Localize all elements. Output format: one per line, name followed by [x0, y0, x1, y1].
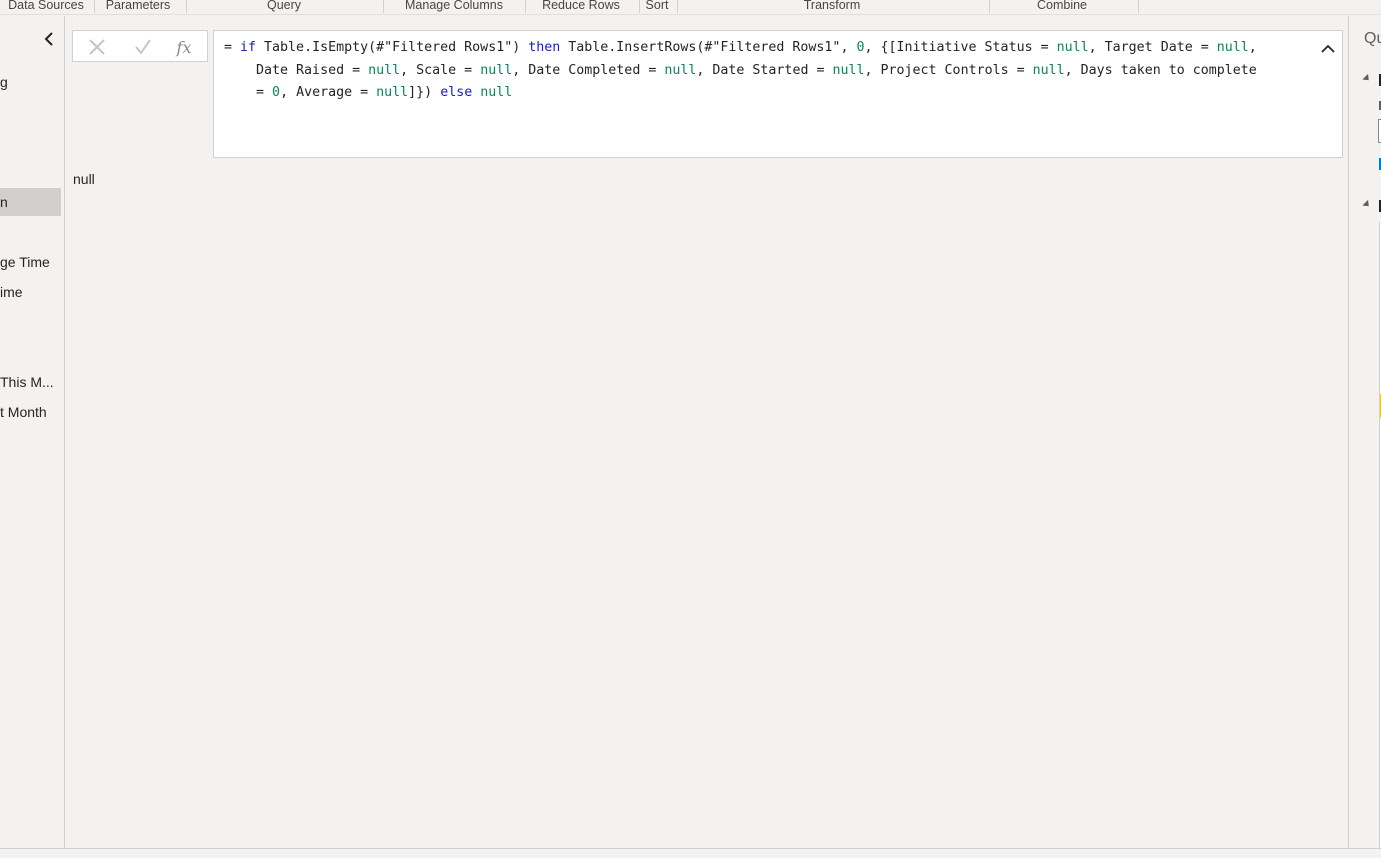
- ribbon-group-data-sources: Data Sources: [8, 0, 84, 12]
- formula-editor[interactable]: = if Table.IsEmpty(#"Filtered Rows1") th…: [213, 30, 1343, 158]
- ribbon-group-manage-columns: Manage Columns: [405, 0, 503, 12]
- check-icon: [135, 39, 151, 55]
- commit-formula-button[interactable]: [133, 37, 153, 57]
- ribbon-separator: [639, 0, 640, 13]
- insert-function-button[interactable]: fx: [174, 37, 194, 57]
- ribbon-group-parameters: Parameters: [105, 0, 171, 12]
- section-expand-icon[interactable]: [1362, 199, 1372, 210]
- collapse-queries-pane-button[interactable]: [40, 30, 58, 48]
- ribbon-group-labels: Data Sources Parameters Query Manage Col…: [0, 0, 1381, 15]
- ribbon-separator: [186, 0, 187, 13]
- query-item[interactable]: ime: [0, 278, 61, 306]
- ribbon-separator: [677, 0, 678, 13]
- cancel-formula-button[interactable]: [87, 37, 107, 57]
- query-item-selected[interactable]: n: [0, 188, 61, 216]
- status-bar: [0, 848, 1381, 858]
- ribbon-group-sort: Sort: [645, 0, 669, 12]
- query-result-value: null: [73, 171, 95, 187]
- formula-text: = if Table.IsEmpty(#"Filtered Rows1") th…: [224, 40, 1257, 100]
- chevron-up-icon: [1321, 44, 1335, 53]
- collapse-formula-bar-button[interactable]: [1320, 41, 1336, 57]
- ribbon-separator: [383, 0, 384, 13]
- query-item[interactable]: ge Time: [0, 248, 61, 276]
- section-expand-icon[interactable]: [1362, 73, 1372, 84]
- queries-pane: g n ge Time ime This M... t Month: [0, 16, 65, 848]
- formula-bar-controls: fx: [72, 30, 208, 62]
- query-item[interactable]: t Month: [0, 398, 61, 426]
- query-settings-pane: Qu: [1348, 16, 1381, 848]
- ribbon-group-reduce-rows: Reduce Rows: [542, 0, 620, 12]
- ribbon-separator: [989, 0, 990, 13]
- x-icon: [89, 39, 105, 55]
- ribbon-group-combine: Combine: [1036, 0, 1088, 12]
- ribbon-separator: [94, 0, 95, 13]
- ribbon-group-transform: Transform: [803, 0, 861, 12]
- query-item[interactable]: This M...: [0, 368, 61, 396]
- query-settings-title: Qu: [1364, 30, 1381, 47]
- ribbon-separator: [1138, 0, 1139, 13]
- ribbon-group-query: Query: [266, 0, 302, 12]
- query-item[interactable]: g: [0, 68, 61, 96]
- ribbon-separator: [525, 0, 526, 13]
- chevron-left-icon: [44, 32, 53, 46]
